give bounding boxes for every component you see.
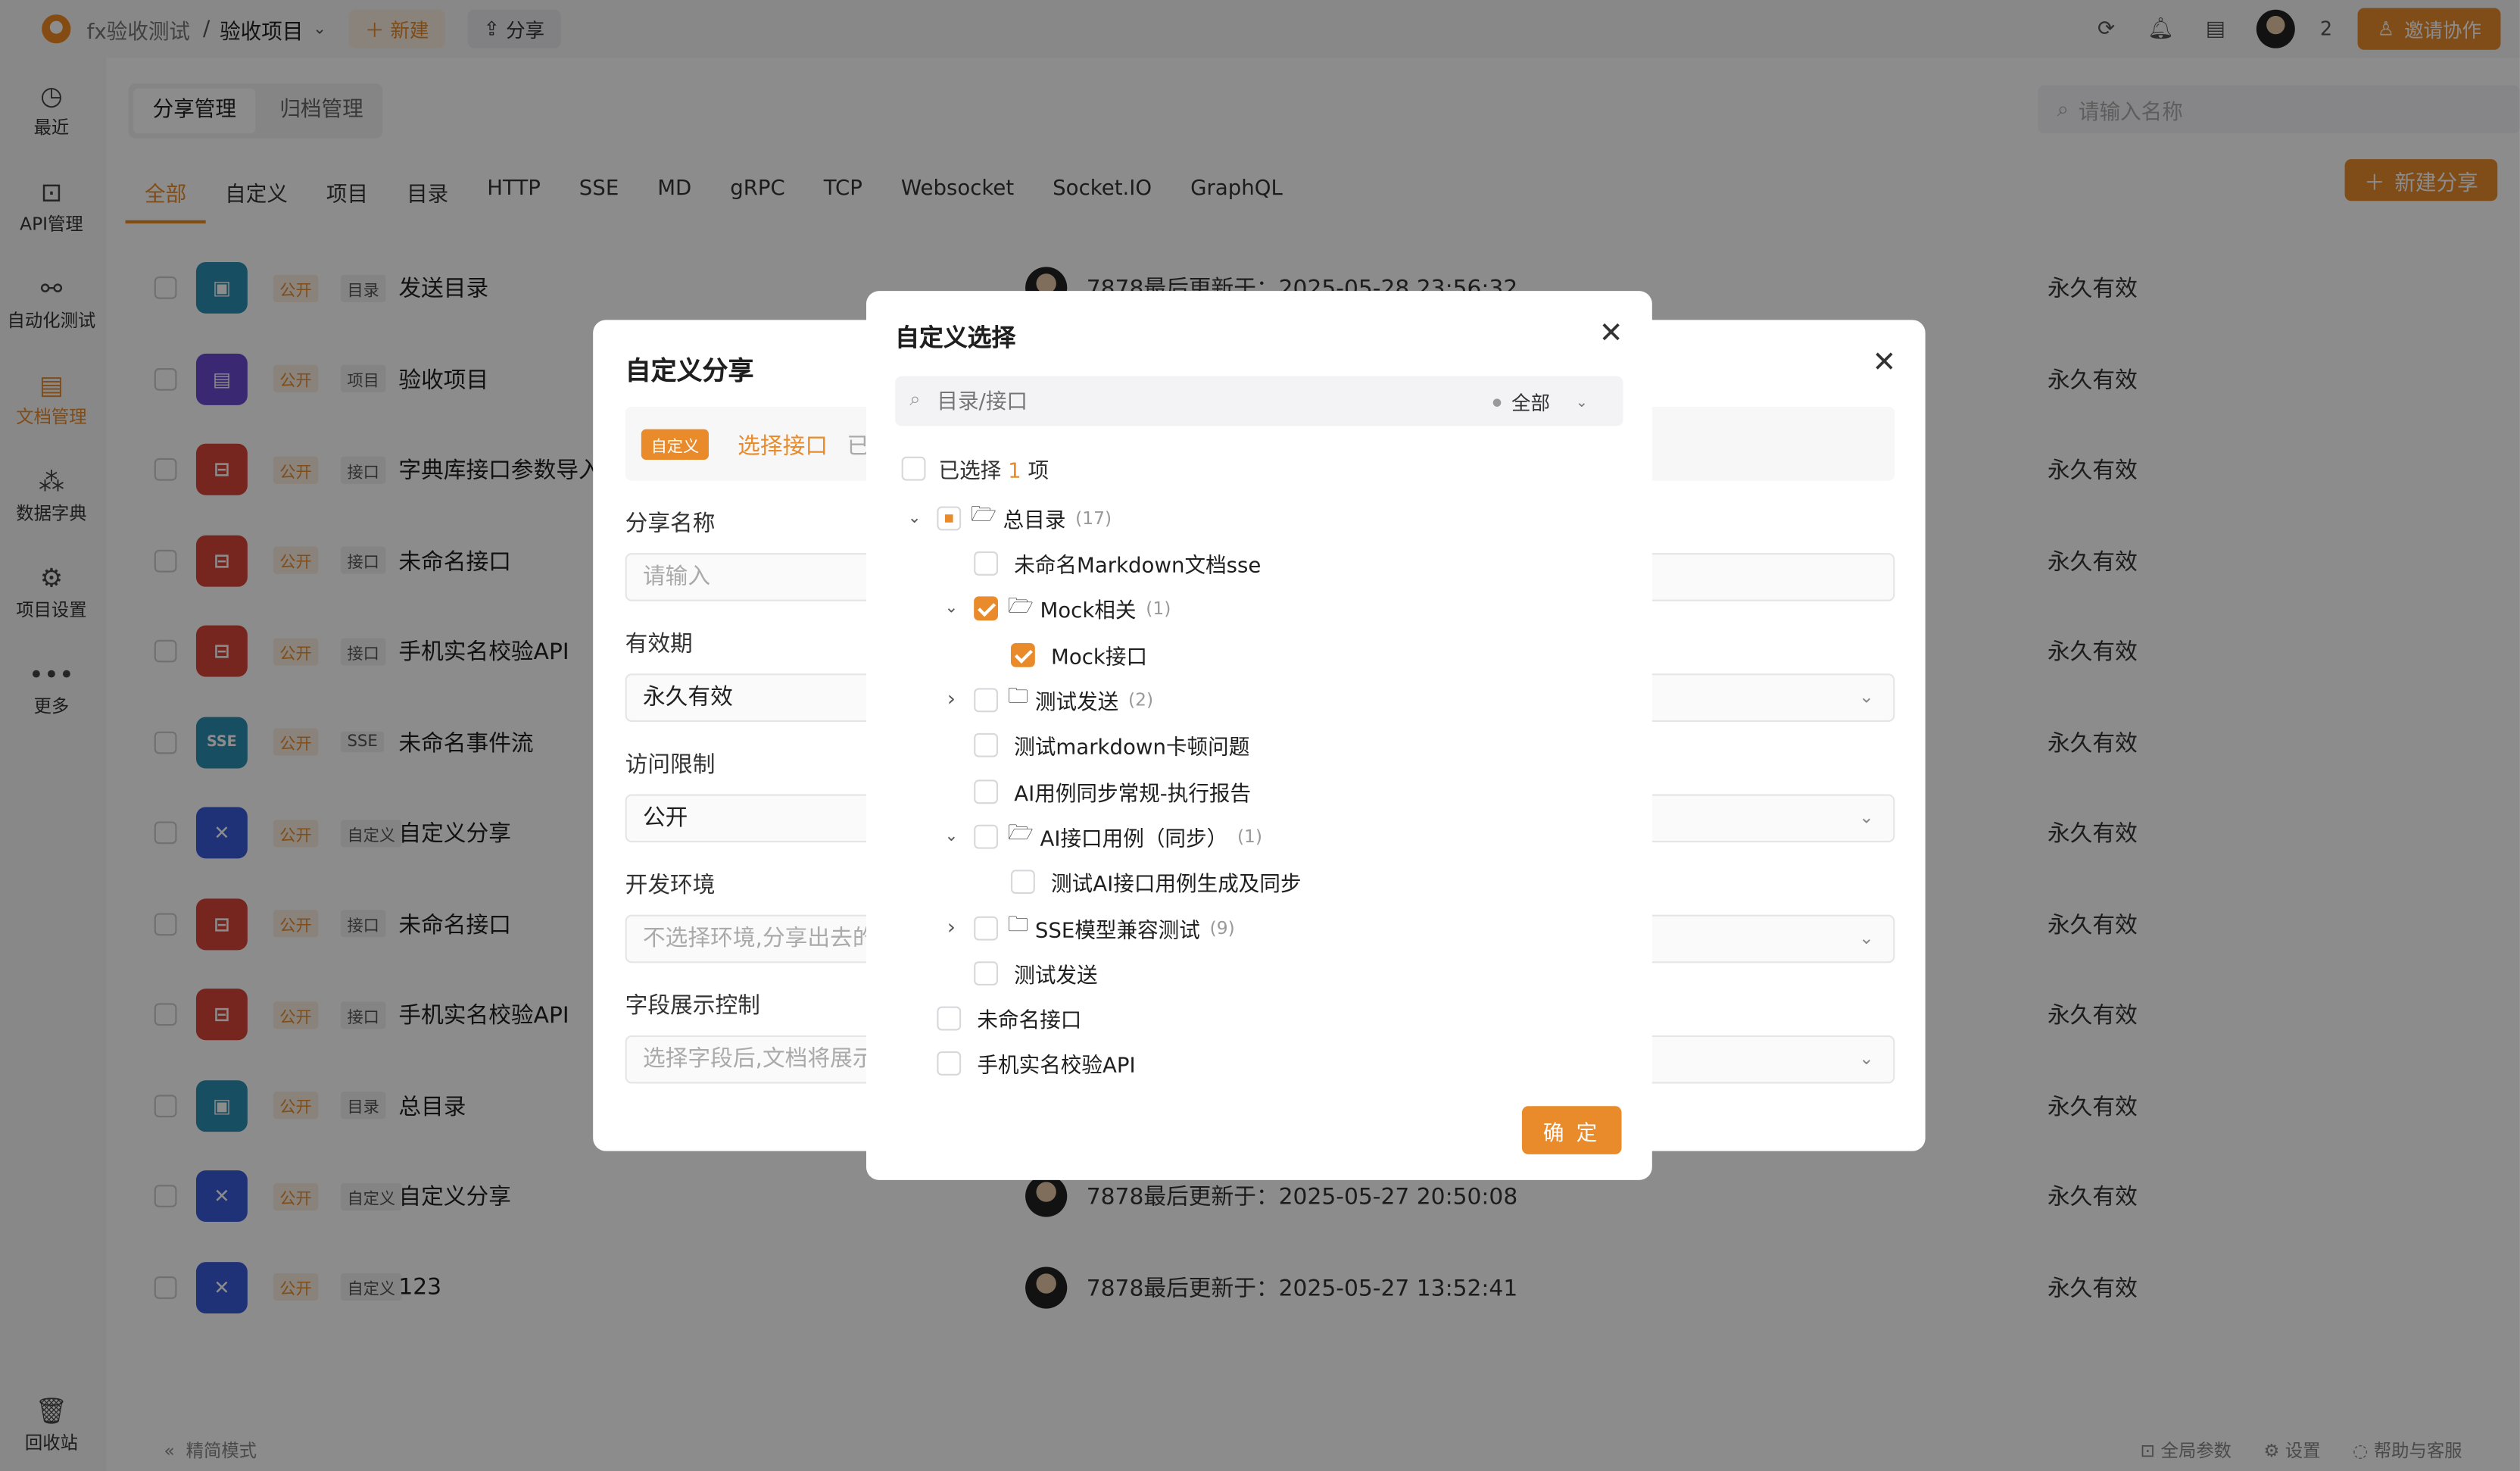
access-value: 公开	[642, 805, 688, 832]
selected-prefix: 已选择	[938, 460, 1002, 484]
tree-node-label: 未命名Markdown文档sse	[1014, 554, 1262, 579]
select-all-checkbox[interactable]	[901, 456, 926, 481]
confirm-button[interactable]: 确 定	[1521, 1106, 1622, 1154]
tree-node-label: AI接口用例（同步）	[1040, 826, 1228, 851]
tree-node-checkbox[interactable]	[974, 915, 999, 940]
selected-summary: 已选择 1 项	[938, 454, 1049, 484]
tree-node-checkbox[interactable]	[974, 732, 999, 757]
chevron-down-icon[interactable]: ⌄	[938, 827, 964, 845]
tree-node-count: (1)	[1237, 825, 1263, 847]
custom-select-dialog: 自定义选择 ✕ ⌕ 全部 ⌄ 已选择 1 项 ⌄🗁︎总目录(17)未命名Mark…	[865, 291, 1652, 1180]
validity-value: 永久有效	[642, 685, 733, 711]
access-label: 访问限制	[625, 752, 716, 779]
tree-node-label: 测试发送	[1034, 690, 1119, 715]
env-label: 开发环境	[625, 873, 716, 899]
chevron-right-icon[interactable]: ›	[938, 916, 964, 940]
tree-node[interactable]: Mock接口	[975, 633, 1147, 675]
tree-node-label: 手机实名校验API	[977, 1054, 1136, 1079]
chevron-down-icon: ⌄	[1575, 395, 1588, 411]
tree-node-count: (1)	[1146, 598, 1171, 620]
tree-node[interactable]: ⌄ 🗁︎ Mock相关 (1)	[938, 588, 1171, 629]
validity-label: 有效期	[625, 632, 693, 658]
share-name-placeholder: 请输入	[642, 564, 711, 590]
tree-node-label: 未命名接口	[977, 1009, 1082, 1034]
tree-node[interactable]: 测试AI接口用例生成及同步	[975, 861, 1302, 903]
tree-node-label: 测试发送	[1014, 963, 1098, 988]
tree-node[interactable]: AI用例同步常规-执行报告	[938, 770, 1251, 812]
tree-node[interactable]: 手机实名校验API	[902, 1042, 1136, 1084]
chevron-down-icon[interactable]: ⌄	[902, 509, 928, 526]
custom-tag: 自定义	[641, 429, 709, 461]
type-filter-value: 全部	[1511, 392, 1550, 415]
filter-dot-icon	[1493, 398, 1502, 407]
share-name-label: 分享名称	[625, 511, 716, 537]
tree-node-label: Mock接口	[1051, 645, 1148, 670]
tree-node-label: 测试markdown卡顿问题	[1014, 736, 1250, 760]
tree-node-label: SSE模型兼容测试	[1034, 918, 1200, 943]
chevron-right-icon[interactable]: ›	[938, 687, 964, 711]
selected-count: 1	[1008, 460, 1021, 484]
tree-node-checkbox[interactable]	[1010, 870, 1035, 895]
tree-node[interactable]: › 🗀︎ 测试发送 (2)	[938, 679, 1153, 720]
tree-search-input[interactable]	[937, 386, 1420, 418]
fields-label: 字段展示控制	[625, 993, 760, 1020]
folder-open-icon: 🗁︎	[1007, 594, 1034, 619]
step-select-api[interactable]: 选择接口	[738, 429, 828, 461]
tree-node-checkbox[interactable]	[974, 823, 999, 848]
search-icon: ⌕	[909, 387, 921, 411]
tree-node-label: Mock相关	[1040, 599, 1137, 624]
chevron-down-icon: ⌄	[1859, 1048, 1874, 1070]
tree-node-checkbox[interactable]	[937, 1006, 962, 1031]
dialog-title: 自定义分享	[625, 355, 754, 386]
folder-open-icon: 🗁︎	[1007, 821, 1034, 846]
folder-open-icon: 🗁︎	[970, 503, 997, 528]
tree-node-checkbox[interactable]	[974, 687, 999, 712]
folder-icon: 🗀︎	[1007, 685, 1029, 709]
tree-node-checkbox[interactable]	[937, 505, 962, 530]
tree-node[interactable]: 未命名接口	[902, 998, 1082, 1039]
tree-node[interactable]: 测试发送	[938, 951, 1098, 993]
tree-node-checkbox[interactable]	[974, 596, 999, 621]
tree-node-checkbox[interactable]	[1010, 642, 1035, 667]
tree-node[interactable]: 测试markdown卡顿问题	[938, 724, 1249, 766]
folder-icon: 🗀︎	[1007, 913, 1029, 938]
tree-node-count: (9)	[1209, 917, 1235, 939]
tree-node[interactable]: › 🗀︎ SSE模型兼容测试 (9)	[938, 907, 1235, 948]
chevron-down-icon: ⌄	[1859, 807, 1874, 829]
tree-node-label: 总目录	[1003, 508, 1066, 533]
selected-suffix: 项	[1028, 460, 1049, 484]
select-all-row[interactable]: 已选择 1 项	[901, 454, 1049, 484]
chevron-down-icon: ⌄	[1859, 927, 1874, 949]
close-icon[interactable]: ✕	[1599, 317, 1623, 351]
type-filter-select[interactable]: 全部 ⌄	[1493, 389, 1588, 417]
tree-node-count: (17)	[1075, 507, 1112, 529]
tree-node-count: (2)	[1127, 689, 1154, 711]
tree-node-checkbox[interactable]	[974, 779, 999, 804]
fields-placeholder: 选择字段后,文档将展示字	[642, 1046, 898, 1073]
chevron-down-icon[interactable]: ⌄	[938, 600, 964, 617]
tree-node-checkbox[interactable]	[974, 960, 999, 985]
tree-node-label: AI用例同步常规-执行报告	[1014, 782, 1252, 807]
tree-node-checkbox[interactable]	[937, 1051, 962, 1076]
tree-node[interactable]: ⌄ 🗁︎ 总目录 (17)	[902, 497, 1112, 539]
tree-node[interactable]: ⌄ 🗁︎ AI接口用例（同步） (1)	[938, 815, 1263, 857]
close-icon[interactable]: ✕	[1872, 345, 1896, 379]
chevron-down-icon: ⌄	[1859, 686, 1874, 707]
env-placeholder: 不选择环境,分享出去的文	[642, 926, 898, 952]
dialog-title: 自定义选择	[895, 323, 1016, 352]
tree-node[interactable]: 未命名Markdown文档sse	[938, 542, 1261, 583]
tree-node-checkbox[interactable]	[974, 550, 999, 575]
tree-node-label: 测试AI接口用例生成及同步	[1051, 873, 1302, 898]
app-root: fx验收测试 / 验收项目 ⌄ ＋ 新建 ⇪ 分享 ⟳ 🔔︎ ▤ 2 ♙ 邀请协…	[0, 0, 2520, 1471]
tree-search: ⌕ 全部 ⌄	[895, 376, 1623, 426]
